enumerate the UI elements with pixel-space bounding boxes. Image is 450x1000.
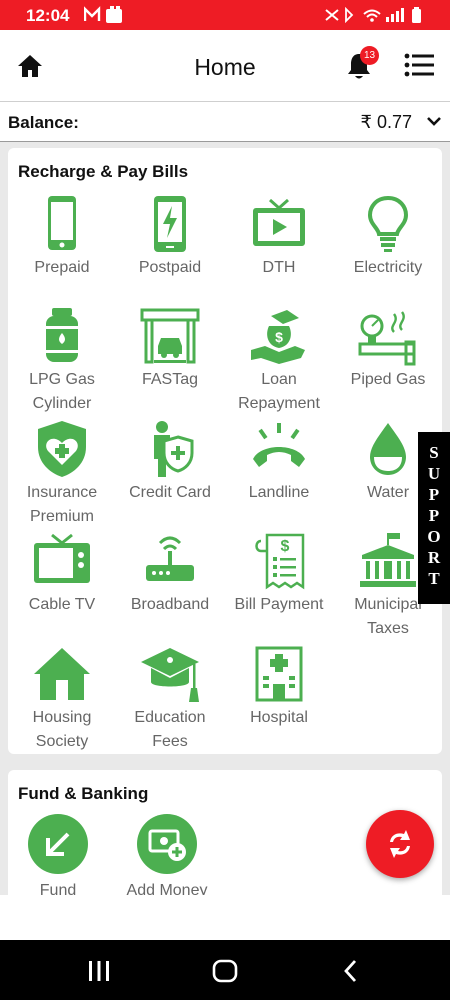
grid-item-piped-gas[interactable]: Piped Gas bbox=[334, 306, 442, 418]
support-letter: R bbox=[427, 548, 441, 567]
balance-value: ₹ 0.77 bbox=[360, 112, 413, 132]
content-area: Recharge & Pay Bills Prepaid Postpaid DT… bbox=[0, 142, 450, 895]
grid-item-prepaid[interactable]: Prepaid bbox=[8, 194, 116, 306]
item-label: LPG Gas bbox=[29, 371, 95, 388]
support-letter: O bbox=[427, 527, 441, 546]
bank-label: Fund bbox=[39, 882, 77, 895]
recharge-card: Recharge & Pay Bills Prepaid Postpaid DT… bbox=[8, 148, 442, 754]
grid-item-housing-society[interactable]: Housing Society bbox=[8, 644, 116, 756]
item-label: Broadband bbox=[130, 596, 210, 613]
grid-item-hospital[interactable]: Hospital bbox=[225, 644, 333, 756]
grid-item-dth[interactable]: DTH bbox=[225, 194, 333, 306]
item-label-line2: Society bbox=[35, 733, 89, 750]
bulb-icon bbox=[367, 195, 409, 252]
support-letter: S bbox=[429, 443, 439, 462]
item-label: DTH bbox=[262, 259, 296, 276]
grid-item-landline[interactable]: Landline bbox=[225, 419, 333, 531]
chevron-down-icon[interactable] bbox=[426, 113, 442, 129]
item-label: Loan bbox=[261, 371, 297, 388]
item-label: Landline bbox=[248, 484, 310, 501]
item-label-line2: Premium bbox=[29, 508, 94, 525]
item-label: Education bbox=[134, 709, 206, 726]
bank-item-add-money[interactable]: Add Money bbox=[113, 814, 221, 895]
item-label: Credit Card bbox=[129, 484, 211, 501]
grid-item-broadband[interactable]: Broadband bbox=[116, 531, 224, 643]
router-icon bbox=[146, 536, 194, 581]
home-nav-icon[interactable] bbox=[212, 958, 238, 984]
shield-heart-icon bbox=[38, 421, 86, 477]
toll-booth-icon bbox=[140, 308, 200, 364]
item-label-line2: Repayment bbox=[238, 395, 320, 412]
item-label: Cable TV bbox=[28, 596, 96, 613]
menu-list-icon[interactable] bbox=[404, 52, 434, 78]
grid-item-bill-payment[interactable]: $ Bill Payment bbox=[225, 531, 333, 643]
mobile-charge-icon bbox=[154, 196, 186, 252]
grid-item-education-fees[interactable]: Education Fees bbox=[116, 644, 224, 756]
svg-text:$: $ bbox=[281, 538, 290, 555]
cable-tv-icon bbox=[34, 533, 90, 583]
person-shield-icon bbox=[154, 421, 194, 477]
item-label-line2: Fees bbox=[152, 733, 188, 750]
item-label: Prepaid bbox=[34, 259, 90, 276]
grid-item-cable-tv[interactable]: Cable TV bbox=[8, 531, 116, 643]
status-time: 12:04 bbox=[26, 6, 70, 25]
grid-item-fastag[interactable]: FASTag bbox=[116, 306, 224, 418]
item-label: Housing bbox=[32, 709, 92, 726]
refresh-icon bbox=[390, 830, 410, 858]
support-tab[interactable]: S U P P O R T bbox=[418, 432, 450, 604]
landline-phone-icon bbox=[253, 423, 305, 467]
item-label: Insurance bbox=[26, 484, 98, 501]
recharge-title: Recharge & Pay Bills bbox=[18, 162, 189, 181]
grid-item-credit-card[interactable]: Credit Card bbox=[116, 419, 224, 531]
banking-title: Fund & Banking bbox=[18, 784, 149, 803]
house-icon bbox=[34, 648, 90, 700]
page-title: Home bbox=[194, 54, 256, 80]
bill-receipt-icon: $ bbox=[255, 533, 305, 590]
grid-item-electricity[interactable]: Electricity bbox=[334, 194, 442, 306]
item-label: Bill Payment bbox=[234, 596, 324, 613]
municipal-building-icon bbox=[360, 533, 416, 587]
water-drop-icon bbox=[370, 423, 406, 475]
add-money-icon bbox=[148, 829, 186, 861]
add-money-circle bbox=[137, 814, 197, 874]
app-header: Home 13 bbox=[0, 30, 450, 102]
system-nav-bar bbox=[0, 940, 450, 1000]
item-label: Postpaid bbox=[138, 259, 202, 276]
svg-text:$: $ bbox=[275, 329, 283, 345]
hospital-icon bbox=[255, 646, 303, 702]
bank-label: Add Money bbox=[126, 882, 208, 895]
refresh-fab-button[interactable] bbox=[366, 810, 434, 878]
mobile-phone-icon bbox=[48, 196, 76, 250]
item-label-line2: Cylinder bbox=[32, 395, 92, 412]
grid-item-postpaid[interactable]: Postpaid bbox=[116, 194, 224, 306]
arrow-down-left-icon bbox=[46, 832, 70, 856]
support-letter: P bbox=[428, 485, 440, 504]
notification-count-badge: 13 bbox=[360, 46, 379, 65]
notification-status-icons bbox=[84, 6, 122, 23]
support-letter: P bbox=[428, 506, 440, 525]
gas-cylinder-icon bbox=[46, 308, 78, 362]
bank-item-fund[interactable]: Fund bbox=[4, 814, 112, 895]
support-letter: T bbox=[428, 569, 440, 588]
support-letter: U bbox=[427, 464, 441, 483]
grid-item-lpg-gas-cylinder[interactable]: LPG Gas Cylinder bbox=[8, 306, 116, 418]
balance-label: Balance: bbox=[8, 113, 79, 132]
item-label: Piped Gas bbox=[350, 371, 426, 388]
gas-pipe-icon bbox=[358, 311, 416, 366]
item-label: FASTag bbox=[141, 371, 199, 388]
grid-item-insurance-premium[interactable]: Insurance Premium bbox=[8, 419, 116, 531]
loan-hand-icon: $ bbox=[251, 310, 305, 364]
recent-apps-icon[interactable] bbox=[86, 958, 112, 984]
tv-play-icon bbox=[253, 198, 305, 246]
balance-bar[interactable]: Balance: ₹ 0.77 bbox=[0, 102, 450, 142]
item-label: Electricity bbox=[353, 259, 423, 276]
graduation-cap-icon bbox=[141, 648, 199, 702]
item-label: Hospital bbox=[250, 709, 308, 726]
fund-circle bbox=[28, 814, 88, 874]
system-status-icons bbox=[325, 7, 421, 23]
back-icon[interactable] bbox=[338, 958, 364, 984]
status-bar: 12:04 bbox=[0, 0, 450, 30]
grid-item-loan-repayment[interactable]: $ Loan Repayment bbox=[225, 306, 333, 418]
item-label-line2: Taxes bbox=[367, 620, 409, 637]
